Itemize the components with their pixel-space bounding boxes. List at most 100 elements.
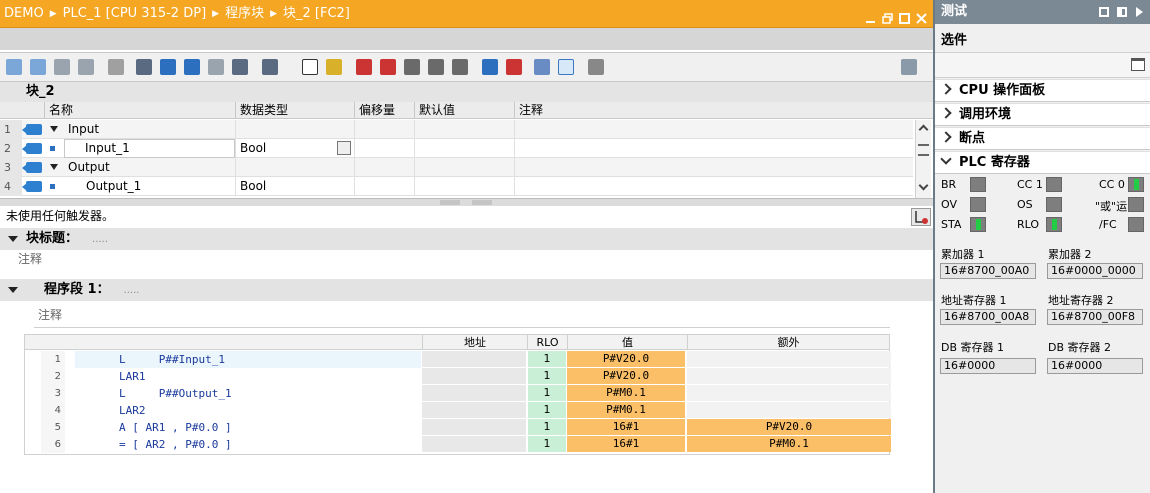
interface-name[interactable]: Input bbox=[64, 120, 235, 139]
code-text[interactable]: L P##Input_1 bbox=[75, 351, 421, 368]
interface-row[interactable]: 2 Input_1 Bool bbox=[0, 139, 913, 158]
insert-network-icon[interactable] bbox=[6, 59, 22, 75]
col-type-header[interactable]: 数据类型 bbox=[235, 102, 354, 119]
code-text[interactable]: = [ AR2 , P#0.0 ] bbox=[75, 436, 421, 453]
panel-toggle-icon[interactable] bbox=[901, 59, 917, 75]
col-name-header[interactable]: 名称 bbox=[44, 102, 235, 119]
editor-splitter[interactable] bbox=[0, 198, 933, 206]
code-text[interactable]: A [ AR1 , P#0.0 ] bbox=[75, 419, 421, 436]
call-icon[interactable] bbox=[534, 59, 550, 75]
scroll-up-icon[interactable] bbox=[918, 124, 929, 135]
scroll-thumb-icon[interactable] bbox=[918, 144, 929, 156]
breadcrumb-plc[interactable]: PLC_1 [CPU 315-2 DP] bbox=[63, 6, 207, 21]
scroll-down-icon[interactable] bbox=[918, 180, 929, 191]
step-into-icon[interactable] bbox=[428, 59, 444, 75]
code-line[interactable]: 4 LAR2 1 P#M0.1 bbox=[25, 402, 891, 419]
pane-plc-registers[interactable]: PLC 寄存器 bbox=[935, 151, 1150, 174]
interface-comment[interactable] bbox=[514, 120, 814, 139]
delete-breakpoint-icon[interactable] bbox=[380, 59, 396, 75]
highlight-icon[interactable] bbox=[326, 59, 342, 75]
pane-cpu-panel[interactable]: CPU 操作面板 bbox=[935, 79, 1150, 102]
interface-name[interactable]: Output bbox=[64, 158, 235, 177]
interface-comment[interactable] bbox=[514, 158, 814, 177]
insert-row-icon[interactable] bbox=[54, 59, 70, 75]
interface-default[interactable] bbox=[414, 120, 514, 139]
step-out-icon[interactable] bbox=[452, 59, 468, 75]
code-line[interactable]: 1 L P##Input_1 1 P#V20.0 bbox=[25, 351, 891, 368]
interface-type[interactable] bbox=[235, 120, 354, 139]
code-line[interactable]: 5 A [ AR1 , P#0.0 ] 1 16#1 P#V20.0 bbox=[25, 419, 891, 436]
collapse-down-icon[interactable] bbox=[472, 200, 492, 205]
line-number: 4 bbox=[41, 402, 65, 419]
col-default-header[interactable]: 默认值 bbox=[414, 102, 514, 119]
restore-icon[interactable] bbox=[882, 7, 893, 24]
chevron-right-icon bbox=[940, 83, 952, 95]
interface-default[interactable] bbox=[414, 177, 514, 196]
goto-icon[interactable] bbox=[482, 59, 498, 75]
minimize-icon[interactable] bbox=[865, 7, 876, 23]
list-view-icon[interactable] bbox=[136, 59, 152, 75]
step-over-icon[interactable] bbox=[404, 59, 420, 75]
code-line[interactable]: 6 = [ AR2 , P#0.0 ] 1 16#1 P#M0.1 bbox=[25, 436, 891, 453]
block-title-header[interactable]: 块标题：..... bbox=[0, 228, 933, 250]
interface-type[interactable]: Bool bbox=[235, 177, 354, 196]
network-comment[interactable]: 注释 bbox=[38, 306, 62, 323]
breadcrumb-program-blocks[interactable]: 程序块 bbox=[225, 6, 264, 21]
code-text[interactable]: LAR2 bbox=[75, 402, 421, 419]
col-comment-header[interactable]: 注释 bbox=[514, 102, 814, 119]
table-view-icon[interactable] bbox=[160, 59, 176, 75]
pane-call-environment[interactable]: 调用环境 bbox=[935, 103, 1150, 126]
favorites-icon[interactable] bbox=[302, 59, 318, 75]
block-title-placeholder[interactable]: ..... bbox=[92, 234, 108, 245]
interface-scrollbar[interactable] bbox=[915, 120, 931, 198]
interface-default[interactable] bbox=[414, 158, 514, 177]
interface-comment[interactable] bbox=[514, 177, 814, 196]
interface-type[interactable] bbox=[235, 158, 354, 177]
breadcrumb-project[interactable]: DEMO bbox=[4, 6, 44, 21]
delete-network-icon[interactable] bbox=[30, 59, 46, 75]
add-row-icon[interactable] bbox=[78, 59, 94, 75]
code-line[interactable]: 2 LAR1 1 P#V20.0 bbox=[25, 368, 891, 385]
expand-arrow-icon[interactable] bbox=[50, 164, 58, 170]
interface-comment[interactable] bbox=[514, 139, 814, 158]
networks-on-icon[interactable] bbox=[262, 59, 278, 75]
grid-view-icon[interactable] bbox=[184, 59, 200, 75]
pane-breakpoints[interactable]: 断点 bbox=[935, 127, 1150, 150]
code-text[interactable]: L P##Output_1 bbox=[75, 385, 421, 402]
breakpoint-icon[interactable] bbox=[356, 59, 372, 75]
maximize-icon[interactable] bbox=[899, 7, 910, 24]
interface-row[interactable]: 1 Input bbox=[0, 120, 913, 139]
comment-icon[interactable] bbox=[208, 59, 224, 75]
code-text[interactable]: LAR1 bbox=[75, 368, 421, 385]
col-offset-header[interactable]: 偏移量 bbox=[354, 102, 414, 119]
close-icon[interactable] bbox=[916, 7, 927, 24]
interface-row[interactable]: 3 Output bbox=[0, 158, 913, 177]
interface-name[interactable]: Output_1 bbox=[64, 177, 235, 196]
jump-icon[interactable] bbox=[506, 59, 522, 75]
collapse-arrow-icon[interactable] bbox=[8, 236, 18, 242]
dock-icon[interactable] bbox=[1117, 7, 1127, 17]
interface-row[interactable]: 4 Output_1 Bool bbox=[0, 177, 913, 196]
interface-name[interactable]: Input_1 bbox=[64, 139, 235, 158]
absolute-operands-icon[interactable] bbox=[232, 59, 248, 75]
compare-icon[interactable] bbox=[108, 59, 124, 75]
type-picker-icon[interactable] bbox=[337, 141, 351, 155]
block-comment[interactable]: 注释 bbox=[18, 250, 42, 267]
monitor-icon[interactable] bbox=[558, 59, 574, 75]
collapse-arrow-icon[interactable] bbox=[8, 287, 18, 293]
collapse-panel-icon[interactable] bbox=[1136, 7, 1143, 17]
breadcrumb-block[interactable]: 块_2 [FC2] bbox=[283, 6, 350, 21]
db-register-1-label: DB 寄存器 1 bbox=[941, 341, 1005, 354]
trigger-button[interactable] bbox=[911, 208, 931, 226]
network-header[interactable]: 程序段 1：..... bbox=[0, 279, 933, 301]
network-title-placeholder[interactable]: ..... bbox=[124, 285, 140, 296]
collapse-up-icon[interactable] bbox=[440, 200, 460, 205]
db-register-2-value: 16#0000 bbox=[1047, 358, 1143, 374]
float-icon[interactable] bbox=[1099, 7, 1109, 17]
panel-layout-icon[interactable] bbox=[1131, 58, 1145, 71]
expand-arrow-icon[interactable] bbox=[50, 126, 58, 132]
code-line[interactable]: 3 L P##Output_1 1 P#M0.1 bbox=[25, 385, 891, 402]
interface-default[interactable] bbox=[414, 139, 514, 158]
snapshot-icon[interactable] bbox=[588, 59, 604, 75]
interface-section-icon bbox=[22, 162, 42, 173]
